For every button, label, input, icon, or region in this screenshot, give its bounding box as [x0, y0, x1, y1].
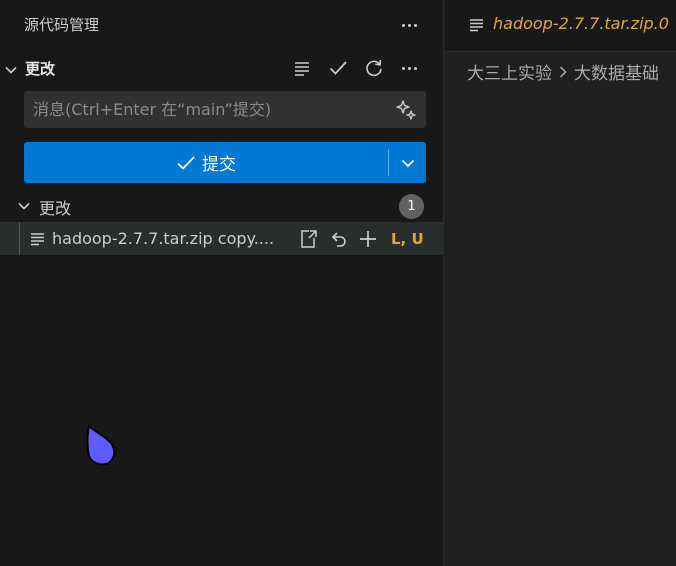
breadcrumb: 大三上实验 大数据基础 [467, 59, 659, 84]
chevron-right-icon [559, 65, 567, 78]
chevron-down-icon [401, 159, 414, 167]
commit-check-icon[interactable] [326, 56, 350, 80]
commit-dropdown-button[interactable] [389, 142, 426, 183]
editor-area: hadoop-2.7.7.tar.zip.0 大三上实验 大数据基础 [445, 0, 676, 566]
section-title: 更改 [25, 60, 56, 78]
git-status-indicator: L, U [391, 230, 424, 248]
view-as-list-icon[interactable] [290, 56, 314, 80]
change-list-item[interactable]: hadoop-2.7.7.tar.zip copy.... L, U [0, 222, 444, 255]
chevron-down-icon[interactable] [4, 63, 17, 75]
count-badge: 1 [399, 194, 424, 219]
breadcrumb-item[interactable]: 大数据基础 [574, 59, 659, 84]
commit-button[interactable]: 提交 [24, 142, 426, 183]
tree-indent-guide [19, 222, 20, 255]
changes-section-header[interactable]: 更改 [0, 54, 444, 84]
stage-changes-icon[interactable] [356, 227, 380, 251]
changes-group[interactable]: 更改 1 [0, 192, 444, 220]
refresh-icon[interactable] [362, 56, 386, 80]
more-icon[interactable] [398, 14, 420, 36]
more-actions-icon[interactable] [398, 57, 420, 79]
file-icon [469, 17, 485, 33]
commit-message-input[interactable] [24, 91, 384, 128]
commit-message-box [24, 91, 426, 128]
scm-header: 源代码管理 [0, 0, 444, 52]
discard-changes-icon[interactable] [326, 227, 350, 251]
tab-filename: hadoop-2.7.7.tar.zip.0 [493, 14, 669, 33]
sparkle-icon[interactable] [394, 98, 418, 122]
check-icon [177, 155, 195, 170]
commit-label: 提交 [202, 155, 236, 175]
editor-tab[interactable]: hadoop-2.7.7.tar.zip.0 [445, 0, 676, 52]
group-title: 更改 [39, 199, 72, 218]
chevron-down-icon[interactable] [17, 199, 30, 211]
file-icon [30, 231, 46, 247]
open-file-icon[interactable] [296, 227, 320, 251]
change-filename: hadoop-2.7.7.tar.zip copy.... [52, 229, 275, 248]
scm-title: 源代码管理 [24, 16, 100, 34]
breadcrumb-item[interactable]: 大三上实验 [467, 59, 552, 84]
pointer-cursor-icon [84, 423, 120, 469]
scm-sidebar: 源代码管理 更改 提交 [0, 0, 444, 566]
commit-main[interactable]: 提交 [24, 142, 388, 183]
